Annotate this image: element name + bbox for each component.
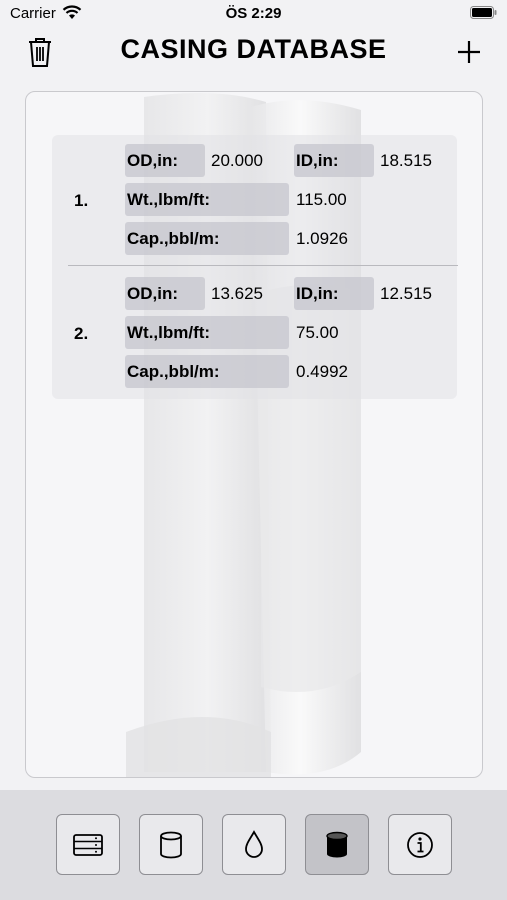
capacity-value: 1.0926 [296, 229, 348, 248]
tab-casing-database[interactable] [305, 814, 369, 875]
capacity-value: 0.4992 [296, 362, 348, 381]
status-bar: Carrier ÖS 2:29 [0, 0, 507, 28]
casing-list: 1. OD,in: 20.000 ID,in: 18.515 Wt.,lbm/f… [52, 135, 458, 399]
tab-database-list[interactable] [56, 814, 120, 875]
id-label: ID,in: [294, 277, 374, 310]
tab-info[interactable] [388, 814, 452, 875]
weight-value: 115.00 [296, 190, 347, 209]
weight-label: Wt.,lbm/ft: [125, 183, 289, 216]
navigation-bar: CASING DATABASE [0, 28, 507, 78]
capacity-label: Cap.,bbl/m: [125, 355, 289, 388]
plus-icon[interactable] [457, 40, 481, 64]
od-value: 13.625 [211, 284, 263, 303]
casing-entry-2[interactable]: 2. OD,in: 13.625 ID,in: 12.515 Wt.,lbm/f… [52, 268, 457, 392]
tab-fluid[interactable] [222, 814, 286, 875]
weight-label: Wt.,lbm/ft: [125, 316, 289, 349]
entry-number: 2. [74, 324, 89, 343]
id-value: 18.515 [380, 151, 432, 170]
tab-casing[interactable] [139, 814, 203, 875]
cylinder-filled-icon [326, 831, 348, 857]
weight-value: 75.00 [296, 323, 339, 342]
entry-divider [68, 265, 458, 266]
entry-number: 1. [74, 191, 89, 210]
capacity-label: Cap.,bbl/m: [125, 222, 289, 255]
cylinder-outline-icon [160, 831, 182, 858]
casing-panel: 1. OD,in: 20.000 ID,in: 18.515 Wt.,lbm/f… [25, 91, 483, 778]
tab-bar [0, 790, 507, 900]
info-icon [407, 831, 433, 858]
page-title: CASING DATABASE [120, 34, 387, 64]
od-label: OD,in: [125, 277, 205, 310]
id-label: ID,in: [294, 144, 374, 177]
database-list-icon [73, 833, 103, 856]
id-value: 12.515 [380, 284, 432, 303]
battery-icon [470, 6, 497, 19]
status-time: ÖS 2:29 [225, 5, 282, 22]
drop-icon [245, 829, 263, 858]
od-label: OD,in: [125, 144, 205, 177]
od-value: 20.000 [211, 151, 263, 170]
casing-entry-1[interactable]: 1. OD,in: 20.000 ID,in: 18.515 Wt.,lbm/f… [52, 135, 457, 259]
